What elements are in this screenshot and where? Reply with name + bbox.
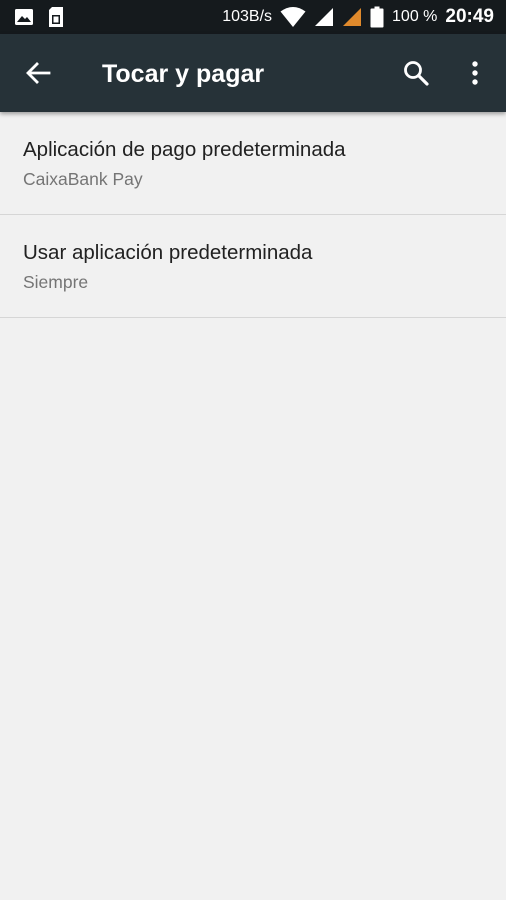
signal-icon (314, 7, 334, 27)
signal-secondary-icon (342, 7, 362, 27)
setting-summary: CaixaBank Pay (23, 169, 143, 189)
setting-default-payment-app[interactable]: Aplicación de pago predeterminada CaixaB… (0, 112, 506, 215)
search-icon (403, 60, 429, 86)
page-title: Tocar y pagar (102, 60, 265, 88)
image-icon (14, 7, 34, 27)
battery-icon (370, 6, 384, 28)
network-speed: 103B/s (222, 8, 273, 25)
back-arrow-icon (25, 60, 51, 86)
clock: 20:49 (445, 6, 494, 27)
settings-list: Aplicación de pago predeterminada CaixaB… (0, 112, 506, 318)
wifi-icon (280, 6, 306, 28)
back-button[interactable] (18, 53, 58, 93)
status-bar: 103B/s 100 % 20:49 (0, 0, 506, 34)
search-button[interactable] (396, 53, 436, 93)
setting-use-default-app[interactable]: Usar aplicación predeterminada Siempre (0, 215, 506, 318)
setting-title: Aplicación de pago predeterminada (23, 138, 346, 161)
more-vert-icon (471, 60, 479, 86)
setting-title: Usar aplicación predeterminada (23, 241, 313, 264)
battery-percent: 100 % (392, 8, 438, 25)
more-options-button[interactable] (455, 53, 495, 93)
setting-summary: Siempre (23, 272, 89, 292)
toolbar: Tocar y pagar (0, 34, 506, 112)
sim-card-icon (48, 6, 64, 28)
